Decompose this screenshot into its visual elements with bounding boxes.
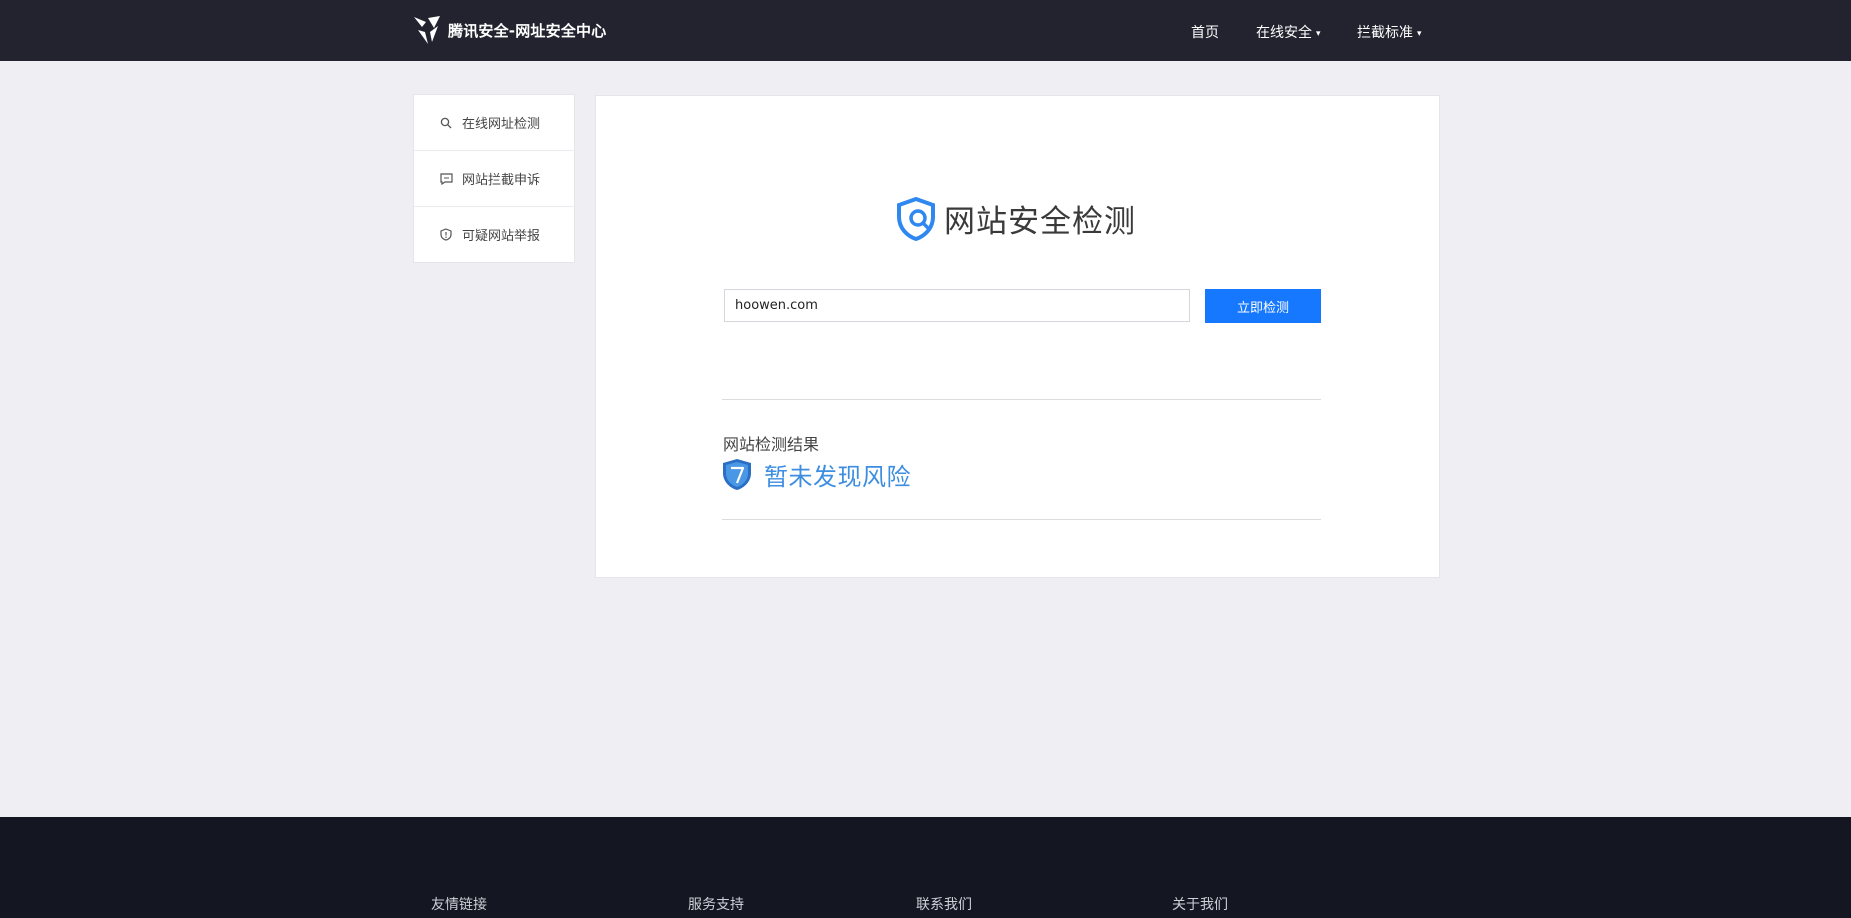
sidebar-item-appeal[interactable]: 网站拦截申诉	[414, 151, 574, 207]
shield-alert-icon	[439, 228, 453, 242]
footer-contact[interactable]: 联系我们	[916, 894, 972, 914]
nav-online-security-label: 在线安全	[1256, 25, 1312, 41]
result-status: 暂未发现风险	[722, 457, 911, 492]
main-panel: 网站安全检测 立即检测 网站检测结果 暂未发现风险	[595, 95, 1440, 578]
chevron-down-icon: ▾	[1316, 29, 1321, 39]
tencent-security-logo-icon	[414, 16, 440, 44]
shield-safe-icon	[723, 459, 751, 490]
nav-block-standard[interactable]: 拦截标准 ▾	[1357, 22, 1422, 42]
shield-search-icon	[897, 196, 935, 241]
search-icon	[439, 116, 453, 130]
nav-online-security[interactable]: 在线安全 ▾	[1256, 22, 1321, 42]
sidebar-item-label: 在线网址检测	[462, 117, 541, 132]
result-status-text: 暂未发现风险	[764, 463, 911, 491]
sidebar-item-label: 可疑网站举报	[462, 229, 541, 244]
top-navbar: 腾讯安全-网址安全中心 首页 在线安全 ▾ 拦截标准 ▾	[0, 0, 1851, 61]
brand[interactable]: 腾讯安全-网址安全中心	[412, 14, 606, 46]
result-heading: 网站检测结果	[723, 435, 820, 454]
sidebar-item-url-check[interactable]: 在线网址检测	[414, 95, 574, 151]
sidebar: 在线网址检测 网站拦截申诉 可疑网站举报	[413, 94, 575, 263]
footer-support[interactable]: 服务支持	[688, 894, 744, 914]
footer: 友情链接 服务支持 联系我们 关于我们	[0, 817, 1851, 918]
nav-home[interactable]: 首页	[1191, 22, 1219, 42]
divider-top	[722, 399, 1321, 400]
footer-friend-links[interactable]: 友情链接	[431, 894, 487, 914]
nav-block-standard-label: 拦截标准	[1357, 25, 1413, 41]
url-input[interactable]	[724, 289, 1190, 322]
nav-home-label: 首页	[1191, 25, 1219, 41]
chevron-down-icon: ▾	[1417, 29, 1422, 39]
sidebar-item-report[interactable]: 可疑网站举报	[414, 207, 574, 262]
brand-title: 腾讯安全-网址安全中心	[448, 21, 607, 40]
sidebar-item-label: 网站拦截申诉	[462, 173, 541, 188]
chat-icon	[439, 172, 453, 186]
page-title-block: 网站安全检测	[896, 196, 1136, 241]
divider-bottom	[722, 519, 1321, 520]
check-now-button[interactable]: 立即检测	[1205, 289, 1321, 323]
page-title: 网站安全检测	[944, 204, 1136, 240]
footer-about[interactable]: 关于我们	[1172, 894, 1228, 914]
